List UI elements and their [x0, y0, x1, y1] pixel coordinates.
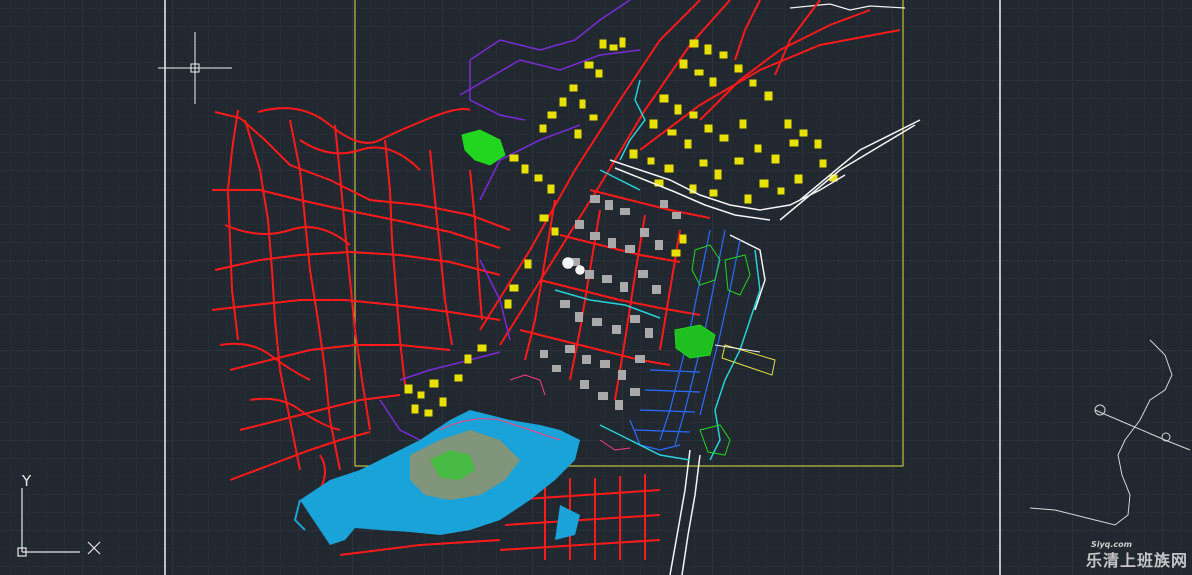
external-outline	[1029, 339, 1191, 526]
district-boundary	[379, 0, 641, 441]
pier	[714, 344, 776, 376]
ucs-y-label: Y	[22, 472, 32, 490]
coastline-top	[789, 3, 906, 11]
watermark: Siyq.com 乐清上班族网	[1085, 540, 1188, 571]
green-parks	[461, 129, 751, 456]
model-space-canvas[interactable]: Y Siyq.com 乐清上班族网	[0, 0, 1192, 575]
sheet-frame	[354, 0, 904, 467]
watermark-text: 乐清上班族网	[1085, 551, 1188, 570]
crosshair-cursor	[158, 32, 232, 104]
